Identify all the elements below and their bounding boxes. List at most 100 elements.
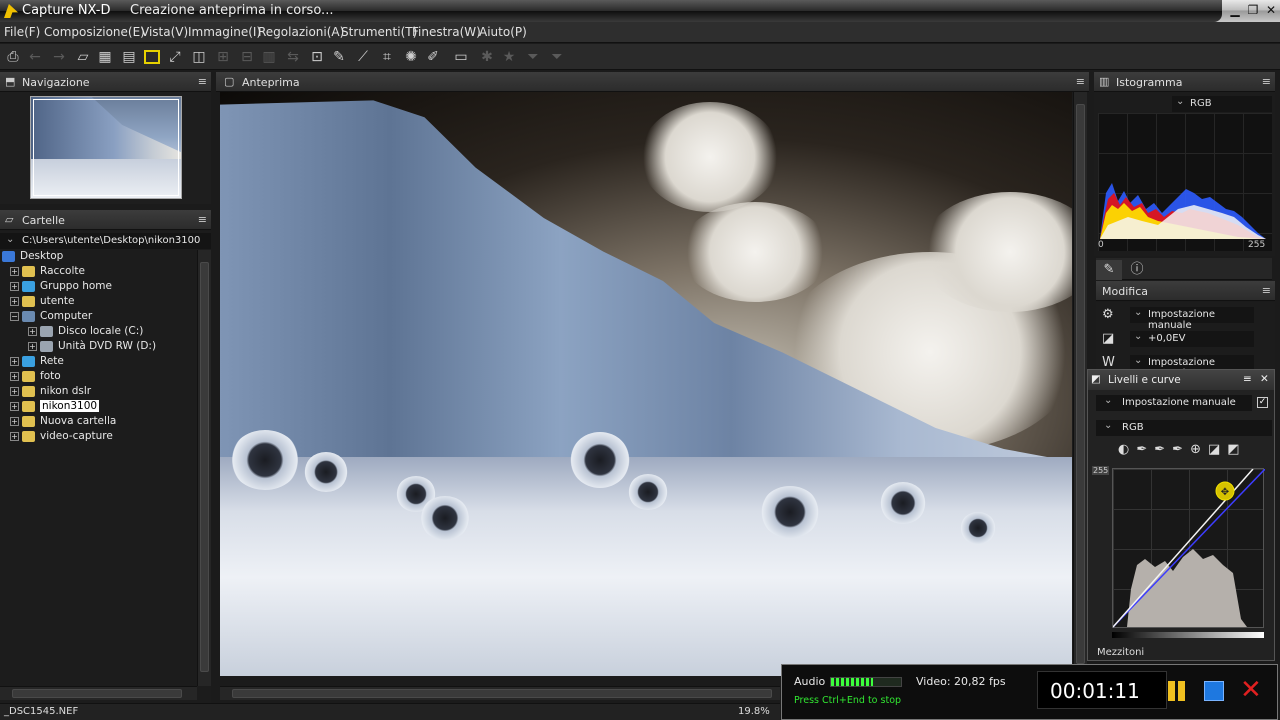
add-point-icon[interactable]: ⊕ bbox=[1190, 442, 1208, 457]
levels-channel-dropdown[interactable]: ⌄ RGB bbox=[1096, 420, 1272, 436]
menu-item[interactable]: Immagine(I) bbox=[188, 25, 261, 39]
brush-icon[interactable]: ✎ bbox=[330, 48, 348, 66]
fullscreen-icon[interactable]: ⤢ bbox=[166, 48, 184, 66]
edit-step-row[interactable]: ◪ ⌄ +0,0EV bbox=[1096, 328, 1272, 350]
output-gradient-slider[interactable] bbox=[1112, 632, 1264, 638]
close-window-icon[interactable]: ✕ bbox=[1263, 2, 1279, 18]
print-icon[interactable]: ⎙ bbox=[4, 48, 22, 66]
edit-step-row[interactable]: ⚙ ⌄ Impostazione manuale bbox=[1096, 304, 1272, 331]
viewer-mode-icon[interactable] bbox=[144, 50, 160, 64]
filter-clear-icon[interactable]: ⏷ bbox=[548, 48, 566, 66]
white-point-picker-icon[interactable]: ✒ bbox=[1172, 442, 1190, 457]
edit-step-dropdown[interactable]: ⌄Impostazione manuale bbox=[1130, 307, 1254, 331]
auto-contrast-icon[interactable]: ◪ bbox=[1208, 442, 1227, 457]
navigation-selection-frame[interactable] bbox=[33, 99, 179, 196]
tree-expander-icon[interactable]: + bbox=[10, 372, 19, 381]
panel-menu-icon[interactable]: ≡ bbox=[198, 213, 207, 226]
folder-tree-label: utente bbox=[40, 295, 75, 307]
tone-curve-graph[interactable]: ✥ bbox=[1112, 468, 1266, 628]
cancel-recording-icon[interactable]: ✕ bbox=[1240, 675, 1264, 705]
swap-icon[interactable]: ⇆ bbox=[284, 48, 302, 66]
recorder-timer: 00:01:11 bbox=[1037, 671, 1167, 709]
gray-point-picker-icon[interactable]: ✒ bbox=[1154, 442, 1172, 457]
scrollbar-thumb[interactable] bbox=[1076, 104, 1085, 664]
menu-item[interactable]: Aiuto(P) bbox=[479, 25, 527, 39]
tree-expander-icon[interactable]: + bbox=[28, 342, 37, 351]
back-arrow-icon[interactable]: ← bbox=[26, 48, 44, 66]
open-folder-icon[interactable]: ▱ bbox=[74, 48, 92, 66]
stop-recording-button[interactable] bbox=[1204, 681, 1224, 701]
recorder-video-info: Video: 20,82 fps bbox=[916, 675, 1006, 688]
preview-image[interactable] bbox=[220, 92, 1072, 676]
retouch-icon[interactable]: ✐ bbox=[424, 48, 442, 66]
compare-view-icon[interactable]: ◫ bbox=[190, 48, 208, 66]
histogram-channel-dropdown[interactable]: ⌄ RGB bbox=[1172, 96, 1272, 112]
info-tab[interactable]: ⓘ bbox=[1124, 260, 1150, 280]
folder-tree-scrollbar[interactable] bbox=[197, 250, 211, 686]
menu-item[interactable]: Regolazioni(A) bbox=[258, 25, 344, 39]
recorder-elapsed: 00:01:11 bbox=[1050, 679, 1140, 703]
scrollbar-thumb[interactable] bbox=[232, 689, 772, 698]
restore-icon[interactable]: ❐ bbox=[1245, 2, 1261, 18]
rating-star-icon[interactable]: ★ bbox=[500, 48, 518, 66]
forward-arrow-icon[interactable]: → bbox=[50, 48, 68, 66]
scrollbar-thumb[interactable] bbox=[12, 689, 182, 698]
folder-tree-label: video-capture bbox=[40, 430, 113, 442]
image-flower bbox=[420, 496, 470, 540]
panel-menu-icon[interactable]: ≡ bbox=[1076, 75, 1085, 88]
status-zoom: 19.8% bbox=[738, 706, 770, 717]
monitor-icon[interactable]: ▭ bbox=[452, 48, 470, 66]
black-point-picker-icon[interactable]: ✒ bbox=[1136, 442, 1154, 457]
tree-expander-icon[interactable]: + bbox=[10, 417, 19, 426]
tree-expander-icon[interactable]: + bbox=[10, 357, 19, 366]
fit-screen-icon[interactable]: ⊡ bbox=[308, 48, 326, 66]
tree-expander-icon[interactable]: + bbox=[10, 267, 19, 276]
menu-item[interactable]: Finestra(W) bbox=[412, 25, 481, 39]
tree-expander-icon[interactable]: + bbox=[10, 432, 19, 441]
contrast-icon[interactable]: ◐ bbox=[1118, 442, 1136, 457]
folder-path-dropdown[interactable]: ⌄ C:\Users\utente\Desktop\nikon3100 bbox=[0, 233, 211, 249]
color-point-icon[interactable]: ✺ bbox=[402, 48, 420, 66]
filter-icon[interactable]: ⏷ bbox=[524, 48, 542, 66]
pause-recording-button[interactable] bbox=[1168, 681, 1186, 701]
levels-preset-dropdown[interactable]: ⌄ Impostazione manuale bbox=[1096, 395, 1252, 411]
panel-menu-icon[interactable]: ≡ bbox=[1262, 75, 1271, 88]
menu-item[interactable]: Vista(V) bbox=[141, 25, 188, 39]
edit-step-dropdown[interactable]: ⌄ +0,0EV bbox=[1130, 331, 1254, 347]
crop-icon[interactable]: ⌗ bbox=[378, 48, 396, 66]
levels-preset: Impostazione manuale bbox=[1122, 397, 1236, 408]
menu-item[interactable]: Strumenti(T) bbox=[341, 25, 417, 39]
tree-expander-icon[interactable]: + bbox=[10, 402, 19, 411]
panel-menu-icon[interactable]: ≡ bbox=[1243, 373, 1252, 385]
process-icon[interactable]: ✱ bbox=[478, 48, 496, 66]
folder-panel-icon: ▱ bbox=[5, 213, 14, 226]
filmstrip-view-icon[interactable]: ▤ bbox=[120, 48, 138, 66]
split-horizontal-icon[interactable]: ⊟ bbox=[238, 48, 256, 66]
menu-item[interactable]: Composizione(E) bbox=[44, 25, 145, 39]
preview-hscrollbar[interactable] bbox=[220, 686, 780, 700]
folder-tree-label: Rete bbox=[40, 355, 64, 367]
edit-tab[interactable]: ✎ bbox=[1096, 260, 1122, 280]
close-panel-icon[interactable]: ✕ bbox=[1260, 373, 1269, 385]
menu-item[interactable]: File(F) bbox=[4, 25, 40, 39]
tree-expander-icon[interactable]: + bbox=[28, 327, 37, 336]
minimize-icon[interactable]: ▁ bbox=[1227, 2, 1243, 18]
grid-view-icon[interactable]: ▦ bbox=[96, 48, 114, 66]
straighten-icon[interactable]: ⟋ bbox=[354, 48, 372, 66]
layout-icon[interactable]: ▥ bbox=[260, 48, 278, 66]
chevron-down-icon: ⌄ bbox=[1134, 307, 1143, 318]
reset-curve-icon[interactable]: ◩ bbox=[1227, 442, 1246, 457]
split-view-icon[interactable]: ⊞ bbox=[214, 48, 232, 66]
navigation-thumbnail[interactable] bbox=[30, 96, 182, 199]
folder-icon bbox=[22, 356, 35, 367]
tree-expander-icon[interactable]: + bbox=[10, 387, 19, 396]
panel-menu-icon[interactable]: ≡ bbox=[198, 75, 207, 88]
tree-expander-icon[interactable]: − bbox=[10, 312, 19, 321]
tree-expander-icon[interactable]: + bbox=[10, 282, 19, 291]
scrollbar-thumb[interactable] bbox=[200, 262, 209, 672]
panel-menu-icon[interactable]: ≡ bbox=[1262, 284, 1271, 297]
folder-tree-hscrollbar[interactable] bbox=[0, 686, 197, 700]
preview-scrollbar[interactable] bbox=[1073, 92, 1087, 684]
levels-enable-checkbox[interactable]: ✓ bbox=[1257, 397, 1268, 408]
tree-expander-icon[interactable]: + bbox=[10, 297, 19, 306]
